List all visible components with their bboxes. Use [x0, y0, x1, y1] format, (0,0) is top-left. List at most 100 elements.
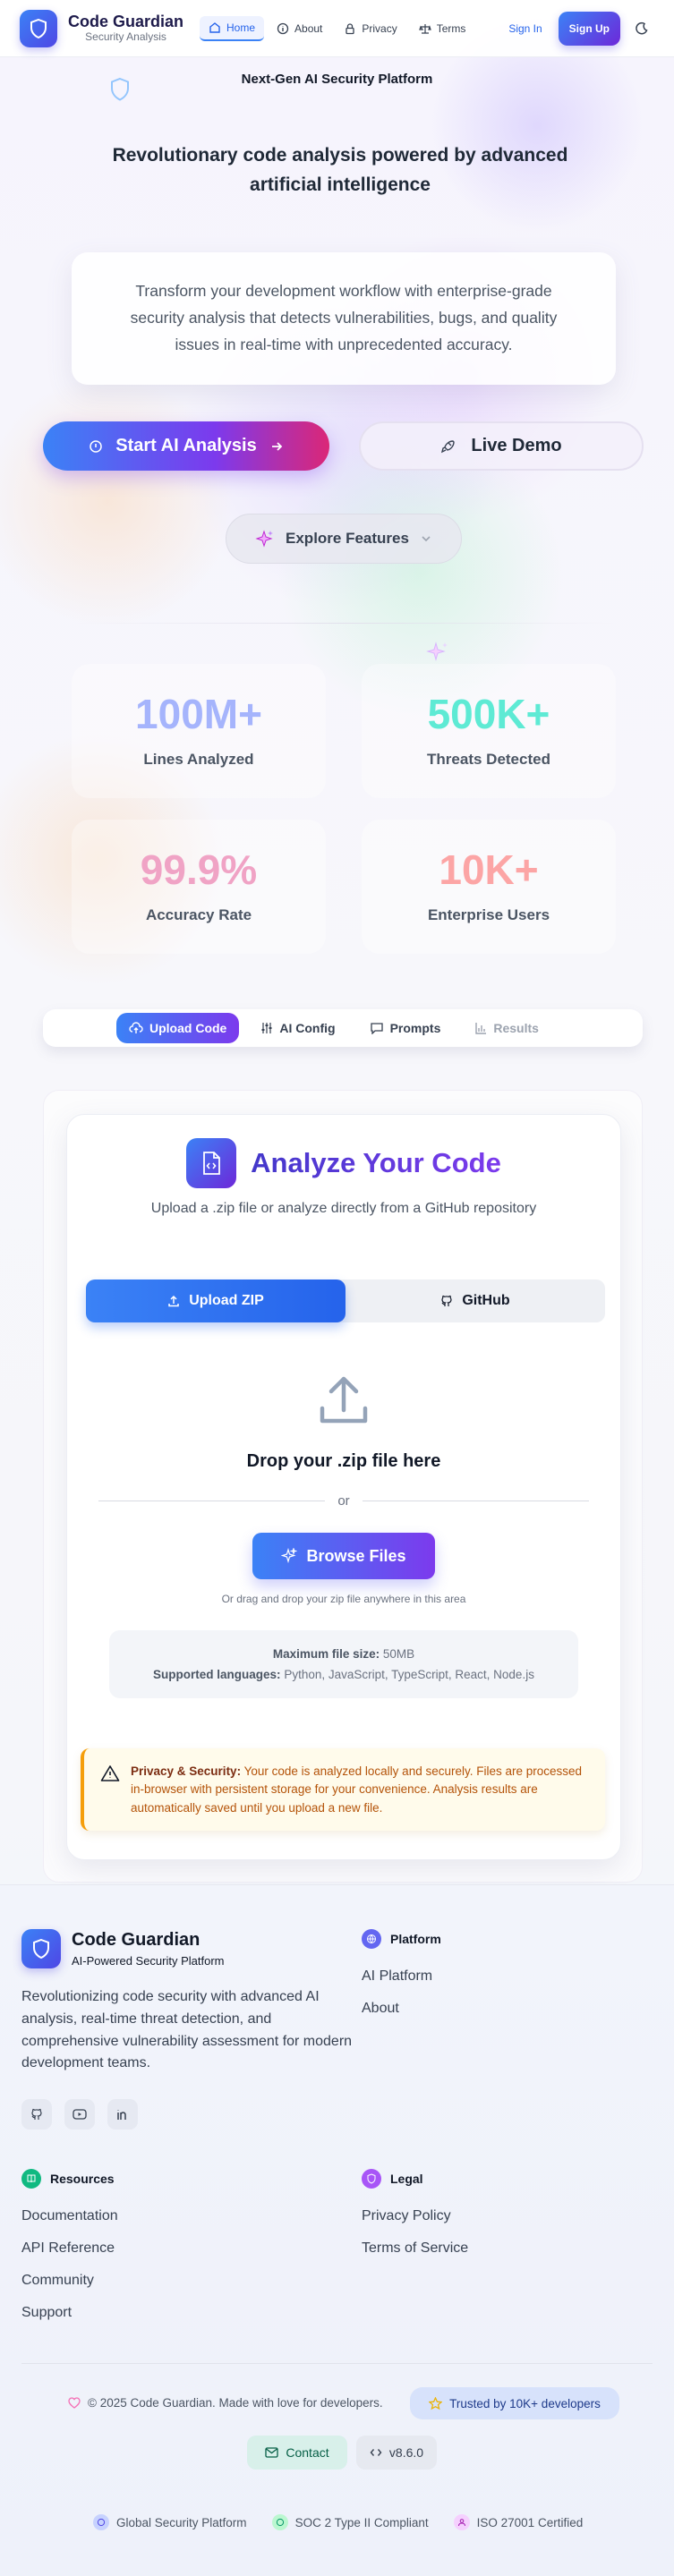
- code-icon: [370, 2449, 382, 2456]
- brand-subtitle: Security Analysis: [85, 30, 166, 43]
- nav-link-privacy[interactable]: Privacy: [335, 17, 405, 40]
- stat-card-threats: 500K+ Threats Detected: [362, 664, 616, 798]
- cert-label: ISO 27001 Certified: [476, 2515, 584, 2529]
- footer-link-privacy-policy[interactable]: Privacy Policy: [362, 2208, 451, 2224]
- footer-heading-legal: Legal: [362, 2169, 423, 2189]
- tab-label: Results: [493, 1021, 539, 1035]
- workflow-tabs: Upload Code AI Config Prompts Results: [43, 1009, 643, 1047]
- warning-icon: [100, 1765, 120, 1781]
- youtube-social-button[interactable]: [64, 2099, 95, 2130]
- nav-link-home[interactable]: Home: [200, 15, 265, 41]
- nav-link-label: Privacy: [362, 21, 397, 35]
- nav-link-label: About: [294, 21, 323, 35]
- message-icon: [370, 1023, 383, 1034]
- github-icon: [441, 1295, 452, 1306]
- demo-button-label: Live Demo: [471, 436, 562, 455]
- hero-divider: [73, 623, 618, 624]
- source-selector: Upload ZIP GitHub: [86, 1279, 605, 1322]
- sliders-icon: [261, 1023, 272, 1033]
- footer-brand[interactable]: Code Guardian AI-Powered Security Platfo…: [21, 1929, 225, 1968]
- start-ai-analysis-button[interactable]: Start AI Analysis: [43, 421, 329, 471]
- upload-zip-tab[interactable]: Upload ZIP: [86, 1279, 346, 1322]
- tab-label: Prompts: [389, 1021, 441, 1035]
- tab-upload-code[interactable]: Upload Code: [116, 1013, 240, 1043]
- hero-badge: Next-Gen AI Security Platform: [241, 72, 433, 87]
- linkedin-social-button[interactable]: [107, 2099, 138, 2130]
- stat-value: 500K+: [427, 691, 550, 737]
- arrow-right-icon: [271, 441, 283, 451]
- privacy-label: Privacy & Security:: [131, 1764, 242, 1778]
- info-icon: [277, 22, 289, 34]
- upload-large-icon: [317, 1374, 371, 1431]
- footer-link-about[interactable]: About: [362, 2001, 399, 2017]
- stat-value: 10K+: [439, 846, 539, 893]
- upload-icon: [168, 1295, 179, 1307]
- footer-link-documentation[interactable]: Documentation: [21, 2208, 118, 2224]
- browse-files-button[interactable]: Browse Files: [252, 1533, 435, 1579]
- version-label: v8.6.0: [388, 2445, 424, 2460]
- tab-ai-config[interactable]: AI Config: [248, 1013, 347, 1043]
- heart-icon: [68, 2397, 81, 2409]
- start-button-label: Start AI Analysis: [115, 436, 257, 455]
- footer-heading-label: Legal: [390, 2172, 423, 2186]
- shield-logo-icon[interactable]: [20, 9, 57, 47]
- footer-link-community[interactable]: Community: [21, 2273, 94, 2289]
- youtube-icon: [73, 2109, 87, 2120]
- social-links: [21, 2099, 138, 2130]
- bar-chart-icon: [475, 1023, 487, 1034]
- brand-title: Code Guardian: [68, 13, 184, 31]
- file-code-icon: [186, 1138, 237, 1188]
- sign-up-button[interactable]: Sign Up: [558, 11, 620, 46]
- max-size-label: Maximum file size:: [272, 1647, 380, 1661]
- stat-value: 99.9%: [140, 846, 258, 893]
- book-icon: [21, 2169, 41, 2189]
- footer-link-terms[interactable]: Terms of Service: [362, 2240, 468, 2257]
- analyze-title: Analyze Your Code: [251, 1147, 501, 1178]
- github-icon: [31, 2108, 42, 2120]
- theme-toggle-button[interactable]: [629, 16, 654, 41]
- live-demo-button[interactable]: Live Demo: [359, 421, 644, 471]
- cloud-upload-icon: [129, 1022, 143, 1033]
- tab-label: AI Config: [279, 1021, 336, 1035]
- cert-iso: ISO 27001 Certified: [453, 2514, 584, 2530]
- globe-icon: [93, 2514, 109, 2530]
- footer-link-api-reference[interactable]: API Reference: [21, 2240, 115, 2257]
- nav-link-about[interactable]: About: [268, 17, 331, 40]
- shield-check-icon: [362, 2169, 381, 2189]
- tab-results[interactable]: Results: [462, 1013, 551, 1043]
- sparkles-icon: [281, 1548, 298, 1564]
- cert-label: Global Security Platform: [116, 2515, 247, 2529]
- stat-value: 100M+: [135, 691, 262, 737]
- nav-link-label: Home: [226, 21, 256, 34]
- github-tab[interactable]: GitHub: [346, 1279, 605, 1322]
- nav-link-terms[interactable]: Terms: [410, 17, 475, 40]
- explore-button-label: Explore Features: [286, 530, 409, 547]
- tab-prompts[interactable]: Prompts: [357, 1013, 454, 1043]
- or-divider: or: [98, 1492, 589, 1509]
- contact-button[interactable]: Contact: [247, 2436, 347, 2470]
- github-social-button[interactable]: [21, 2099, 52, 2130]
- footer-heading-label: Resources: [50, 2172, 115, 2186]
- star-icon: [429, 2396, 443, 2410]
- footer-link-support[interactable]: Support: [21, 2305, 72, 2321]
- trusted-text: Trusted by 10K+ developers: [449, 2396, 601, 2410]
- stat-label: Accuracy Rate: [145, 906, 252, 923]
- explore-features-button[interactable]: Explore Features: [226, 514, 462, 564]
- nav-actions: Sign In Sign Up: [501, 11, 654, 46]
- stat-card-accuracy: 99.9% Accuracy Rate: [72, 820, 326, 954]
- tab-label: Upload Code: [149, 1021, 227, 1035]
- power-icon: [90, 439, 103, 453]
- nav-link-label: Terms: [436, 21, 466, 35]
- browse-label: Browse Files: [306, 1546, 406, 1565]
- scale-icon: [418, 23, 431, 34]
- contact-label: Contact: [286, 2445, 329, 2460]
- footer-link-ai-platform[interactable]: AI Platform: [362, 1968, 432, 1985]
- globe-icon: [362, 1929, 381, 1949]
- sign-in-button[interactable]: Sign In: [501, 17, 549, 40]
- cert-soc2: SOC 2 Type II Compliant: [271, 2514, 429, 2530]
- brand[interactable]: Code Guardian Security Analysis: [68, 13, 183, 43]
- hero-description: Transform your development workflow with…: [130, 282, 558, 353]
- certifications: Global Security Platform SOC 2 Type II C…: [93, 2514, 583, 2530]
- page: Code Guardian Security Analysis Home Abo…: [0, 0, 674, 2576]
- linkedin-icon: [117, 2110, 126, 2120]
